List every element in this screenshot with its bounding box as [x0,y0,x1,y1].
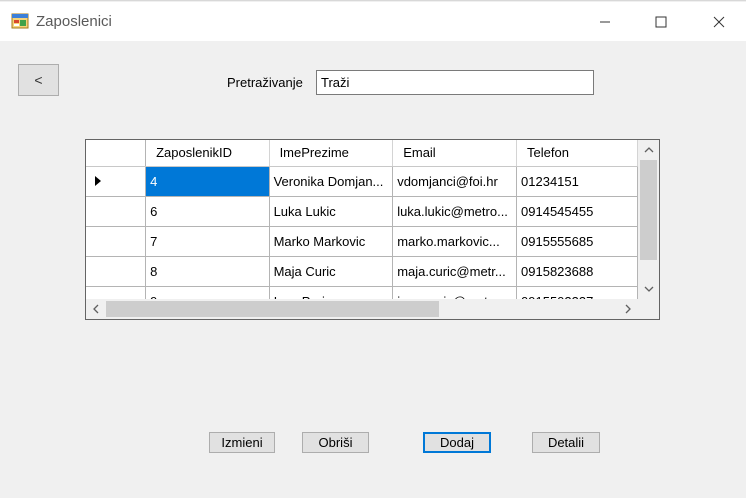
table-row[interactable]: 9 Ivan Peric ivan.peric@metro... 0915502… [86,286,638,299]
minimize-icon [600,21,610,22]
column-header-telefon[interactable]: Telefon [516,140,638,167]
cell-name[interactable]: Marko Markovic [269,226,394,257]
cell-id[interactable]: 8 [145,256,270,287]
add-button[interactable]: Dodaj [423,432,491,453]
title-bar[interactable]: Zaposlenici [0,2,746,41]
table-row[interactable]: 4 Veronika Domjan... vdomjanci@foi.hr 01… [86,166,638,197]
scroll-down-arrow-icon[interactable] [638,279,659,299]
minimize-button[interactable] [576,2,634,41]
main-window: Zaposlenici < Pretraživanje Traži Zaposl… [0,0,746,498]
details-button[interactable]: Detalii [532,432,600,453]
employees-grid[interactable]: ZaposlenikID ImePrezime Email Telefon 4 … [85,139,660,320]
maximize-button[interactable] [632,2,690,41]
cell-name[interactable]: Luka Lukic [269,196,394,227]
cell-id[interactable]: 4 [145,166,270,197]
cell-id[interactable]: 7 [145,226,270,257]
grid-viewport: ZaposlenikID ImePrezime Email Telefon 4 … [86,140,638,299]
cell-name[interactable]: Maja Curic [269,256,394,287]
cell-phone[interactable]: 0915502337 [516,286,638,299]
cell-email[interactable]: ivan.peric@metro... [392,286,518,299]
cell-email[interactable]: marko.markovic... [392,226,518,257]
close-icon [713,16,725,27]
table-header-row: ZaposlenikID ImePrezime Email Telefon [86,140,638,167]
cell-phone[interactable]: 0915555685 [516,226,638,257]
horizontal-scroll-thumb[interactable] [106,301,439,317]
row-header-corner [86,140,147,167]
column-header-zaposlenikid[interactable]: ZaposlenikID [145,140,270,167]
row-header[interactable] [86,286,147,299]
cell-phone[interactable]: 0914545455 [516,196,638,227]
cell-name[interactable]: Ivan Peric [269,286,394,299]
scroll-up-arrow-icon[interactable] [638,140,659,160]
table-row[interactable]: 6 Luka Lukic luka.lukic@metro... 0914545… [86,196,638,227]
edit-button[interactable]: Izmieni [209,432,275,453]
vertical-scrollbar[interactable] [638,140,659,299]
column-header-imeprezime[interactable]: ImePrezime [269,140,394,167]
cell-email[interactable]: vdomjanci@foi.hr [392,166,518,197]
table-row[interactable]: 7 Marko Markovic marko.markovic... 09155… [86,226,638,257]
table-row[interactable]: 8 Maja Curic maja.curic@metr... 09158236… [86,256,638,287]
cell-id[interactable]: 9 [145,286,270,299]
cell-phone[interactable]: 01234151 [516,166,638,197]
app-form-icon [11,12,29,30]
current-row-arrow-icon [95,176,101,186]
delete-button[interactable]: Obriši [302,432,369,453]
cell-email[interactable]: maja.curic@metr... [392,256,518,287]
row-header[interactable] [86,256,147,287]
cell-name[interactable]: Veronika Domjan... [269,166,394,197]
row-header[interactable] [86,226,147,257]
search-label: Pretraživanje [227,75,303,90]
scroll-right-arrow-icon[interactable] [618,299,638,319]
back-button[interactable]: < [18,64,59,96]
scrollbar-corner [638,299,659,319]
window-title: Zaposlenici [36,13,112,30]
horizontal-scrollbar[interactable] [86,299,638,319]
close-button[interactable] [690,2,746,41]
vertical-scroll-thumb[interactable] [640,160,657,260]
cell-email[interactable]: luka.lukic@metro... [392,196,518,227]
row-header[interactable] [86,166,147,197]
row-header[interactable] [86,196,147,227]
scroll-left-arrow-icon[interactable] [86,299,106,319]
cell-phone[interactable]: 0915823688 [516,256,638,287]
cell-id[interactable]: 6 [145,196,270,227]
column-header-email[interactable]: Email [392,140,518,167]
maximize-icon [655,16,667,27]
employees-table: ZaposlenikID ImePrezime Email Telefon 4 … [86,140,638,299]
search-input[interactable] [316,70,594,95]
